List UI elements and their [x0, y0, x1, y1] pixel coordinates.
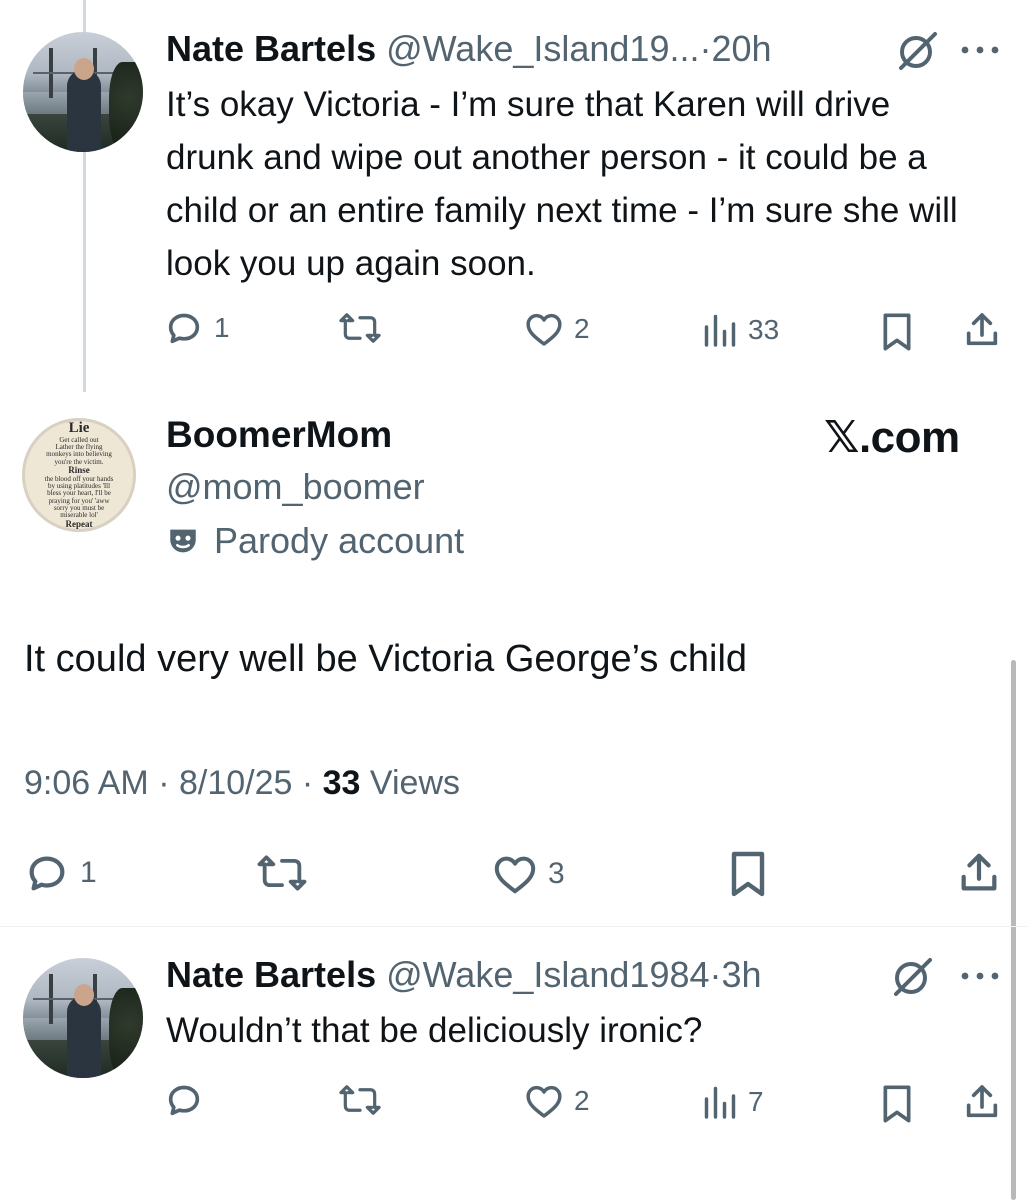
views-count: 33	[322, 764, 361, 802]
tweet-time[interactable]: 9:06 AM	[24, 764, 149, 802]
tweet-meta: 9:06 AM · 8/10/25 · 33 Views	[24, 764, 460, 803]
author-name[interactable]: Nate Bartels	[166, 28, 376, 69]
timestamp[interactable]: 3h	[722, 954, 762, 995]
retweet-button[interactable]	[338, 1082, 382, 1118]
like-icon	[526, 313, 562, 346]
bookmark-icon	[731, 851, 765, 897]
retweet-button[interactable]	[338, 310, 382, 346]
reply-text: It’s okay Victoria - I’m sure that Karen…	[166, 85, 958, 283]
reply-icon	[168, 313, 200, 344]
reply-icon	[29, 856, 65, 891]
avatar-text: Lather the flying monkeys into believing…	[46, 443, 112, 466]
author-handle[interactable]: @mom_boomer	[166, 466, 425, 508]
reply-button[interactable]: 1	[24, 850, 97, 896]
like-count: 2	[574, 313, 590, 344]
share-icon	[966, 313, 998, 346]
divider	[0, 926, 1028, 927]
share-button[interactable]	[956, 850, 1002, 896]
reply-button[interactable]: 1	[164, 308, 230, 348]
avatar[interactable]: Lie Get called out Lather the flying mon…	[22, 418, 136, 532]
tweet-text: It could very well be Victoria George’s …	[24, 638, 748, 680]
like-count: 2	[574, 1085, 590, 1116]
reply-header: Nate Bartels @Wake_Island19...·20h	[166, 28, 772, 70]
retweet-icon	[339, 1085, 381, 1115]
scrollbar[interactable]	[1011, 660, 1016, 1200]
views-count: 7	[748, 1086, 764, 1117]
grok-icon[interactable]	[895, 30, 941, 77]
watermark: 𝕏.com	[824, 413, 960, 462]
like-button[interactable]: 2	[524, 1082, 590, 1120]
timestamp[interactable]: 20h	[711, 28, 771, 69]
separator: ·	[709, 954, 722, 995]
more-icon[interactable]	[960, 42, 1000, 60]
author-name[interactable]: BoomerMom	[166, 414, 392, 456]
views-icon	[704, 1086, 736, 1119]
grok-icon[interactable]	[890, 956, 936, 1003]
tweet-date[interactable]: 8/10/25	[179, 764, 292, 802]
share-button[interactable]	[962, 310, 1002, 350]
avatar[interactable]	[23, 958, 143, 1078]
views-label: Views	[360, 764, 460, 802]
bookmark-button[interactable]	[880, 312, 914, 352]
retweet-icon	[339, 313, 381, 343]
separator: ·	[292, 764, 323, 802]
like-icon	[494, 856, 536, 894]
views-icon	[704, 314, 736, 347]
retweet-button[interactable]	[256, 852, 308, 894]
author-handle[interactable]: @Wake_Island19...	[386, 28, 699, 69]
reply-text: Wouldn’t that be deliciously ironic?	[166, 1011, 703, 1050]
author-handle[interactable]: @Wake_Island1984	[386, 954, 709, 995]
share-button[interactable]	[962, 1082, 1002, 1122]
bookmark-button[interactable]	[880, 1084, 914, 1124]
views-count: 33	[748, 314, 780, 345]
views-button[interactable]: 33	[702, 312, 779, 348]
reply-header: Nate Bartels @Wake_Island1984·3h	[166, 954, 762, 996]
reply-count: 1	[214, 312, 230, 343]
bookmark-button[interactable]	[728, 850, 768, 898]
bookmark-icon	[883, 1085, 911, 1123]
bookmark-icon	[883, 313, 911, 351]
reply-icon	[168, 1085, 200, 1116]
like-count: 3	[548, 857, 565, 890]
share-icon	[961, 853, 997, 891]
share-icon	[966, 1085, 998, 1118]
parody-mask-icon	[170, 529, 196, 553]
parody-label-text: Parody account	[214, 520, 465, 561]
author-name[interactable]: Nate Bartels	[166, 954, 376, 995]
avatar-text: Lie	[68, 419, 90, 436]
separator: ·	[699, 28, 712, 69]
reply-button[interactable]	[164, 1080, 204, 1120]
like-icon	[526, 1085, 562, 1118]
avatar[interactable]	[23, 32, 143, 152]
separator: ·	[148, 764, 179, 802]
avatar-text: the blood off your hands by using platit…	[44, 474, 114, 520]
like-button[interactable]: 2	[524, 310, 590, 348]
views-button[interactable]: 7	[702, 1084, 764, 1120]
more-icon[interactable]	[960, 968, 1000, 986]
avatar-text: Repeat	[65, 518, 93, 529]
reply-count: 1	[80, 856, 97, 889]
parody-label: Parody account	[166, 520, 464, 562]
like-button[interactable]: 3	[492, 852, 565, 896]
retweet-icon	[257, 855, 307, 891]
